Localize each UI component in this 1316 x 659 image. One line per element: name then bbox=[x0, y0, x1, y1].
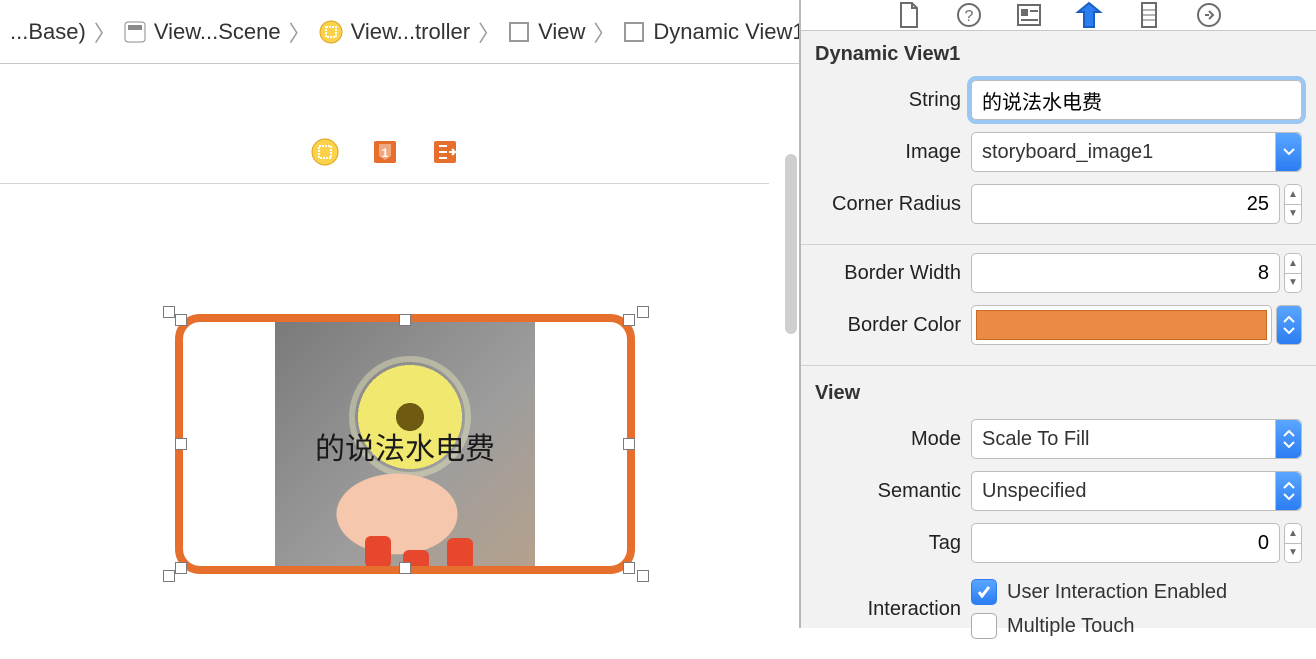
updown-icon[interactable] bbox=[1275, 472, 1301, 510]
chevron-right-icon: 〉 bbox=[287, 16, 313, 48]
semantic-select[interactable]: Unspecified bbox=[971, 471, 1302, 511]
chevron-right-icon: 〉 bbox=[591, 16, 617, 48]
canvas-pane: ...Base) 〉 View...Scene 〉 View...troller… bbox=[0, 0, 800, 628]
crumb-viewcontroller[interactable]: View...troller bbox=[313, 19, 476, 45]
border-width-input[interactable] bbox=[971, 253, 1280, 293]
selection-handle[interactable] bbox=[163, 570, 175, 582]
border-attributes-form: Border Width ▲▼ Border Color bbox=[801, 249, 1316, 361]
resize-handle[interactable] bbox=[399, 314, 411, 326]
tag-label: Tag bbox=[801, 532, 971, 555]
svg-text:1: 1 bbox=[381, 146, 388, 160]
dynamic-view-element[interactable]: 的说法水电费 bbox=[175, 314, 635, 574]
border-width-stepper[interactable]: ▲▼ bbox=[1284, 253, 1302, 293]
scene-icon bbox=[124, 21, 146, 43]
user-interaction-label: User Interaction Enabled bbox=[1007, 581, 1227, 604]
canvas[interactable]: 1 的说法水电费 bbox=[0, 64, 799, 628]
resize-handle[interactable] bbox=[623, 314, 635, 326]
crumb-label: View...Scene bbox=[154, 19, 281, 45]
dynamic-view-text: 的说法水电费 bbox=[275, 424, 535, 468]
color-picker-toggle[interactable] bbox=[1276, 305, 1302, 345]
scrollbar-vertical[interactable] bbox=[785, 154, 797, 334]
image-label: Image bbox=[801, 141, 971, 164]
crumb-label: View...troller bbox=[351, 19, 470, 45]
chevron-right-icon: 〉 bbox=[476, 16, 502, 48]
resize-handle[interactable] bbox=[175, 438, 187, 450]
connections-inspector-tab[interactable] bbox=[1194, 0, 1224, 30]
multiple-touch-checkbox[interactable] bbox=[971, 613, 997, 639]
resize-handle[interactable] bbox=[175, 562, 187, 574]
multiple-touch-row[interactable]: Multiple Touch bbox=[971, 609, 1302, 643]
user-interaction-checkbox[interactable] bbox=[971, 579, 997, 605]
image-value: storyboard_image1 bbox=[982, 141, 1291, 164]
interaction-label: Interaction bbox=[801, 598, 971, 621]
chevron-down-icon[interactable] bbox=[1275, 133, 1301, 171]
resize-handle[interactable] bbox=[623, 562, 635, 574]
exit-icon[interactable] bbox=[431, 138, 459, 166]
border-width-label: Border Width bbox=[801, 262, 971, 285]
quick-help-tab[interactable]: ? bbox=[954, 0, 984, 30]
tag-input[interactable] bbox=[971, 523, 1280, 563]
corner-radius-stepper[interactable]: ▲▼ bbox=[1284, 184, 1302, 224]
custom-attributes-form: String Image storyboard_image1 Corner Ra… bbox=[801, 76, 1316, 240]
view-icon bbox=[508, 21, 530, 43]
image-content: 的说法水电费 bbox=[275, 322, 535, 566]
first-responder-icon[interactable]: 1 bbox=[371, 138, 399, 166]
string-label: String bbox=[801, 89, 971, 112]
tag-stepper[interactable]: ▲▼ bbox=[1284, 523, 1302, 563]
mode-label: Mode bbox=[801, 428, 971, 451]
selection-handle[interactable] bbox=[163, 306, 175, 318]
mode-value: Scale To Fill bbox=[982, 428, 1291, 451]
semantic-value: Unspecified bbox=[982, 480, 1291, 503]
image-combobox[interactable]: storyboard_image1 bbox=[971, 132, 1302, 172]
divider bbox=[801, 365, 1316, 366]
border-color-well[interactable] bbox=[971, 305, 1272, 345]
view-section-title: View bbox=[801, 370, 1316, 415]
resize-handle[interactable] bbox=[623, 438, 635, 450]
mode-select[interactable]: Scale To Fill bbox=[971, 419, 1302, 459]
viewcontroller-icon bbox=[319, 20, 343, 44]
crumb-dynamic-view[interactable]: Dynamic View1 bbox=[617, 19, 799, 45]
identity-inspector-tab[interactable] bbox=[1014, 0, 1044, 30]
inspector-tabs: ? bbox=[801, 0, 1316, 31]
hand-graphic bbox=[325, 466, 505, 566]
crumb-scene[interactable]: View...Scene bbox=[118, 19, 287, 45]
divider bbox=[801, 244, 1316, 245]
crumb-label: Dynamic View1 bbox=[653, 19, 799, 45]
view-attributes-form: Mode Scale To Fill Semantic Unspecified … bbox=[801, 415, 1316, 659]
size-inspector-tab[interactable] bbox=[1134, 0, 1164, 30]
viewcontroller-icon[interactable] bbox=[311, 138, 339, 166]
view-icon bbox=[623, 21, 645, 43]
chevron-right-icon: 〉 bbox=[92, 16, 118, 48]
inspector-pane: ? Dynamic View1 String Image storyboard_… bbox=[800, 0, 1316, 628]
updown-icon[interactable] bbox=[1275, 420, 1301, 458]
string-input[interactable] bbox=[971, 80, 1302, 120]
corner-radius-label: Corner Radius bbox=[801, 193, 971, 216]
crumb-base[interactable]: ...Base) bbox=[4, 19, 92, 45]
selection-handle[interactable] bbox=[637, 306, 649, 318]
crumb-label: View bbox=[538, 19, 585, 45]
file-inspector-tab[interactable] bbox=[894, 0, 924, 30]
user-interaction-row[interactable]: User Interaction Enabled bbox=[971, 575, 1302, 609]
selection-handle[interactable] bbox=[637, 570, 649, 582]
border-color-label: Border Color bbox=[801, 314, 971, 337]
crumb-view[interactable]: View bbox=[502, 19, 591, 45]
multiple-touch-label: Multiple Touch bbox=[1007, 615, 1134, 638]
inspector-section-title: Dynamic View1 bbox=[801, 31, 1316, 76]
resize-handle[interactable] bbox=[175, 314, 187, 326]
breadcrumb: ...Base) 〉 View...Scene 〉 View...troller… bbox=[0, 0, 799, 64]
attributes-inspector-tab[interactable] bbox=[1074, 0, 1104, 30]
scene-toolbar: 1 bbox=[0, 134, 769, 184]
crumb-label: ...Base) bbox=[10, 19, 86, 45]
svg-text:?: ? bbox=[964, 8, 973, 25]
corner-radius-input[interactable] bbox=[971, 184, 1280, 224]
color-swatch bbox=[976, 310, 1267, 340]
resize-handle[interactable] bbox=[399, 562, 411, 574]
semantic-label: Semantic bbox=[801, 480, 971, 503]
